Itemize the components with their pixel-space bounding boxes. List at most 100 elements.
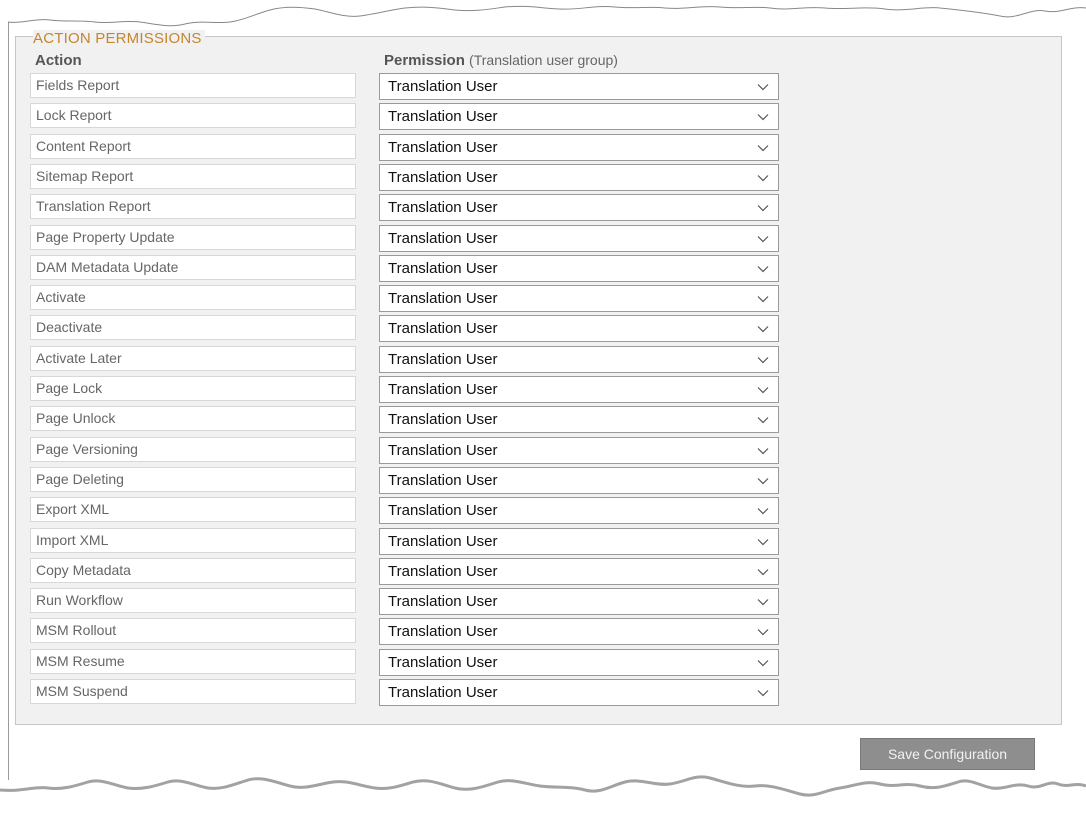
action-name-field: Deactivate: [30, 315, 356, 341]
column-header-permission: Permission (Translation user group): [384, 52, 618, 69]
chevron-down-icon: [757, 114, 769, 121]
permission-select-value: Translation User: [388, 381, 498, 398]
chevron-down-icon: [757, 690, 769, 697]
permission-row: Export XML Translation User: [30, 497, 790, 525]
chevron-down-icon: [757, 265, 769, 273]
action-name-field: Activate: [30, 285, 356, 311]
permission-select-value: Translation User: [388, 350, 498, 368]
chevron-down-icon: [757, 417, 769, 424]
permission-select[interactable]: Translation User: [379, 376, 779, 403]
permission-select-value: Translation User: [388, 562, 498, 580]
permission-select[interactable]: Translation User: [379, 406, 779, 434]
action-name-field: Copy Metadata: [30, 557, 356, 583]
permission-row: Import XML Translation User: [30, 527, 790, 556]
action-name-field: Import XML: [30, 527, 356, 553]
chevron-down-icon: [757, 508, 769, 515]
permission-select-value: Translation User: [388, 471, 498, 489]
action-name-field: Page Lock: [30, 376, 356, 401]
permission-select[interactable]: Translation User: [379, 557, 779, 585]
permission-select[interactable]: Translation User: [379, 648, 779, 676]
permission-select-value: Translation User: [388, 138, 498, 156]
permission-select[interactable]: Translation User: [379, 194, 779, 222]
permission-select[interactable]: Translation User: [379, 285, 779, 313]
chevron-down-icon: [757, 205, 769, 212]
permission-select-value: Translation User: [388, 684, 498, 701]
permission-row: MSM Rollout Translation User: [30, 618, 790, 646]
permission-select-value: Translation User: [388, 108, 498, 126]
chevron-down-icon: [757, 235, 769, 242]
permission-row: Page Unlock Translation User: [30, 406, 790, 434]
chevron-down-icon: [757, 356, 769, 364]
permission-row: Page Versioning Translation User: [30, 436, 790, 465]
action-name-field: MSM Resume: [30, 648, 356, 674]
section-legend: ACTION PERMISSIONS: [33, 30, 205, 47]
chevron-down-icon: [757, 387, 769, 394]
permission-row: Fields Report Translation User: [30, 73, 790, 101]
action-name-field: Page Versioning: [30, 436, 356, 462]
permission-row: Translation Report Translation User: [30, 194, 790, 222]
permission-row: Deactivate Translation User: [30, 315, 790, 343]
action-name-field: Page Deleting: [30, 466, 356, 492]
permission-row: Run Workflow Translation User: [30, 588, 790, 616]
permission-select[interactable]: Translation User: [379, 527, 779, 555]
chevron-down-icon: [757, 84, 769, 91]
permission-select-value: Translation User: [388, 441, 498, 459]
action-name-field: Content Report: [30, 133, 356, 159]
permission-select[interactable]: Translation User: [379, 588, 779, 616]
permission-select[interactable]: Translation User: [379, 497, 779, 525]
action-name-field: Translation Report: [30, 194, 356, 220]
permission-row: Copy Metadata Translation User: [30, 557, 790, 586]
permission-select[interactable]: Translation User: [379, 133, 779, 161]
permission-select-value: Translation User: [388, 320, 498, 338]
action-name-field: MSM Suspend: [30, 679, 356, 704]
permission-select[interactable]: Translation User: [379, 466, 779, 494]
torn-edge-top: [0, 0, 1086, 27]
permission-select[interactable]: Translation User: [379, 224, 779, 252]
permission-select[interactable]: Translation User: [379, 436, 779, 464]
chevron-down-icon: [757, 477, 769, 485]
action-name-field: MSM Rollout: [30, 618, 356, 644]
permission-select[interactable]: Translation User: [379, 618, 779, 646]
permission-select-value: Translation User: [388, 290, 498, 308]
permission-row: Content Report Translation User: [30, 133, 790, 162]
permission-row: MSM Suspend Translation User: [30, 679, 790, 707]
permission-select-value: Translation User: [388, 229, 498, 247]
permission-select[interactable]: Translation User: [379, 73, 779, 100]
action-name-field: Run Workflow: [30, 588, 356, 614]
permission-select-value: Translation User: [388, 502, 498, 520]
permission-select-value: Translation User: [388, 199, 498, 217]
action-name-field: Export XML: [30, 497, 356, 523]
permission-select-value: Translation User: [388, 168, 498, 186]
permission-select[interactable]: Translation User: [379, 254, 779, 282]
permission-row: MSM Resume Translation User: [30, 648, 790, 677]
permission-row: Sitemap Report Translation User: [30, 163, 790, 192]
chevron-down-icon: [757, 599, 769, 606]
permission-select-value: Translation User: [388, 653, 498, 671]
chevron-down-icon: [757, 174, 769, 182]
permission-select[interactable]: Translation User: [379, 103, 779, 131]
permission-select-value: Translation User: [388, 411, 498, 429]
permission-select-value: Translation User: [388, 532, 498, 550]
permission-row: Lock Report Translation User: [30, 103, 790, 131]
chevron-down-icon: [757, 568, 769, 576]
chevron-down-icon: [757, 538, 769, 545]
chevron-down-icon: [757, 447, 769, 454]
permission-select[interactable]: Translation User: [379, 679, 779, 706]
permission-select[interactable]: Translation User: [379, 315, 779, 343]
action-name-field: DAM Metadata Update: [30, 254, 356, 280]
permission-row: Activate Later Translation User: [30, 345, 790, 374]
permission-row: DAM Metadata Update Translation User: [30, 254, 790, 283]
action-name-field: Lock Report: [30, 103, 356, 129]
action-name-field: Activate Later: [30, 345, 356, 371]
permission-select-value: Translation User: [388, 259, 498, 277]
column-header-action: Action: [35, 52, 82, 69]
action-name-field: Page Unlock: [30, 406, 356, 432]
permission-select[interactable]: Translation User: [379, 345, 779, 373]
chevron-down-icon: [757, 144, 769, 151]
chevron-down-icon: [757, 296, 769, 303]
permission-header-label: Permission: [384, 52, 465, 69]
action-name-field: Sitemap Report: [30, 163, 356, 189]
permission-select[interactable]: Translation User: [379, 163, 779, 191]
action-name-field: Page Property Update: [30, 224, 356, 250]
permission-select-value: Translation User: [388, 593, 498, 611]
